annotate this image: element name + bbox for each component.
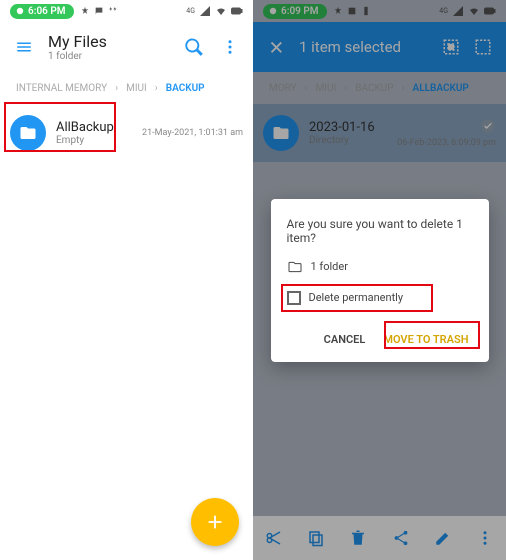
wifi-icon — [215, 5, 227, 17]
status-system-icons: 4G — [186, 5, 243, 17]
search-icon[interactable] — [185, 38, 203, 56]
status-bar: 6:06 PM 4G — [0, 0, 253, 22]
chevron-right-icon: › — [111, 83, 122, 94]
delete-permanent-row[interactable]: Delete permanently — [287, 287, 473, 309]
folder-count: 1 folder — [311, 260, 348, 273]
crumb-internal[interactable]: INTERNAL MEMORY — [12, 83, 111, 94]
folder-outline-icon — [287, 259, 303, 275]
hamburger-icon[interactable] — [14, 38, 34, 56]
delete-permanent-label: Delete permanently — [309, 291, 404, 304]
plus-icon — [204, 511, 226, 533]
status-notif-icons — [80, 6, 118, 16]
overflow-menu-icon[interactable] — [221, 38, 239, 56]
page-subtitle: 1 folder — [48, 51, 107, 62]
breadcrumb: INTERNAL MEMORY › MIUI › BACKUP — [0, 72, 253, 104]
file-sub: Empty — [56, 135, 132, 146]
page-title: My Files — [48, 32, 107, 51]
recording-pill[interactable]: 6:06 PM — [10, 4, 74, 19]
status-time: 6:06 PM — [28, 6, 66, 17]
delete-dialog: Are you sure you want to delete 1 item? … — [271, 199, 489, 362]
crumb-miui[interactable]: MIUI — [122, 83, 151, 94]
cancel-button[interactable]: CANCEL — [320, 327, 370, 352]
battery-icon — [231, 5, 243, 17]
file-row[interactable]: AllBackup Empty 21-May-2021, 1:01:31 am — [0, 104, 253, 162]
signal-icon — [199, 5, 211, 17]
dialog-folder-row: 1 folder — [287, 259, 473, 275]
move-to-trash-button[interactable]: MOVE TO TRASH — [379, 327, 472, 352]
file-date: 21-May-2021, 1:01:31 am — [142, 128, 243, 138]
fab-add-button[interactable] — [191, 498, 239, 546]
chevron-right-icon: › — [151, 83, 162, 94]
dialog-overlay[interactable]: Are you sure you want to delete 1 item? … — [253, 0, 506, 560]
crumb-backup[interactable]: BACKUP — [162, 83, 209, 94]
dialog-title: Are you sure you want to delete 1 item? — [287, 217, 473, 245]
folder-icon — [10, 115, 46, 151]
app-header: My Files 1 folder — [0, 22, 253, 72]
file-name: AllBackup — [56, 120, 132, 135]
checkbox[interactable] — [287, 291, 301, 305]
signal-label: 4G — [186, 7, 195, 15]
